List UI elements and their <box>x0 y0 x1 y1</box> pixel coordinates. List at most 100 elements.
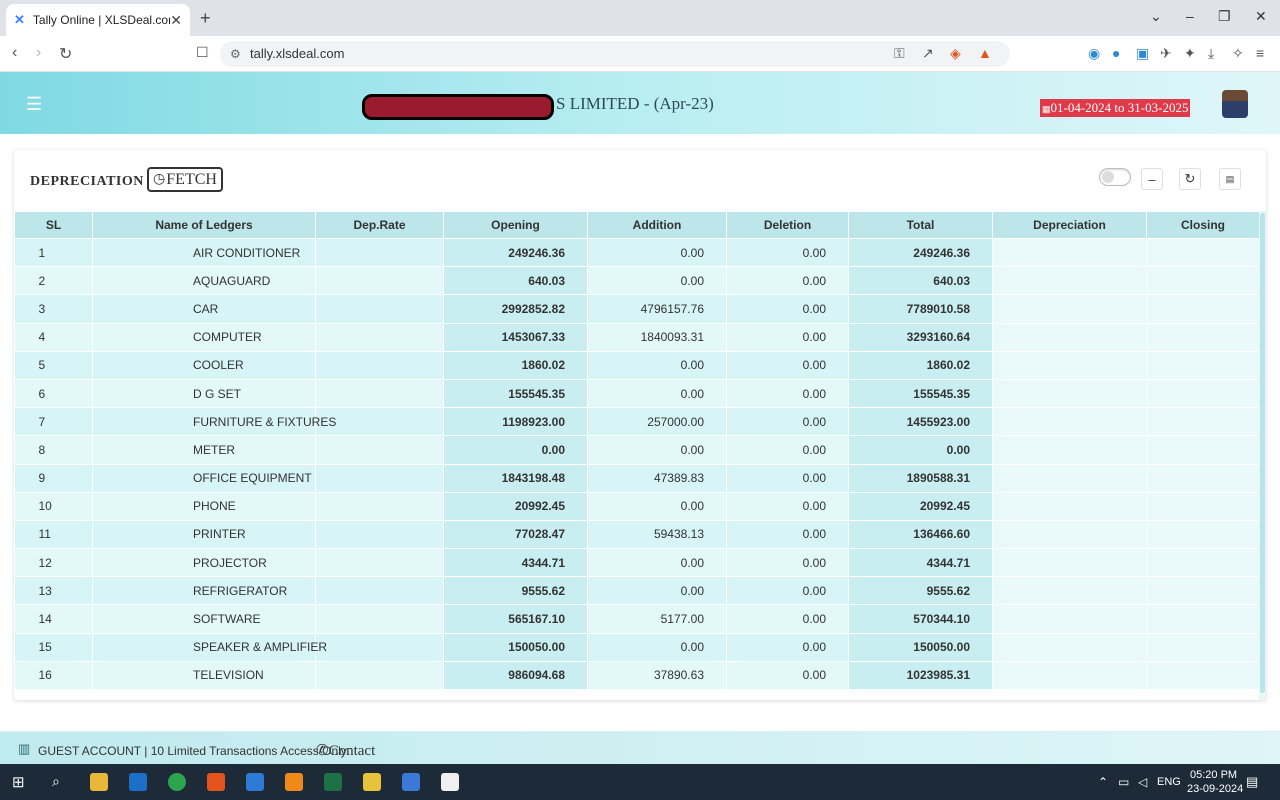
brave-icon[interactable] <box>207 773 225 791</box>
file-explorer-icon[interactable] <box>90 773 108 791</box>
table-scrollbar[interactable] <box>1259 211 1266 700</box>
export-excel-button[interactable]: ▤ <box>1219 168 1241 190</box>
table-row[interactable]: 7 FURNITURE & FIXTURES 1198923.00 257000.00… <box>14 407 1259 437</box>
tray-chevron-icon[interactable]: ⌃ <box>1098 775 1108 789</box>
reload-icon[interactable]: ↻ <box>59 44 72 64</box>
minimize-icon[interactable]: – <box>1186 8 1194 24</box>
view-toggle[interactable] <box>1099 168 1131 186</box>
sublime-text-icon[interactable] <box>285 773 303 791</box>
col-header-sl[interactable]: SL <box>14 211 93 239</box>
col-header-name[interactable]: Name of Ledgers <box>92 211 316 239</box>
table-row[interactable]: 9 OFFICE EQUIPMENT 1843198.48 47389.83 0.00 1… <box>14 464 1259 493</box>
leo-ai-icon[interactable]: ✧ <box>1232 45 1244 62</box>
table-row[interactable]: 16 TELEVISION 986094.68 37890.63 0.00 1023985… <box>14 661 1259 691</box>
notifications-icon[interactable]: ▤ <box>1246 774 1258 790</box>
download-icon[interactable]: ⤓ <box>1208 45 1214 62</box>
collapse-button[interactable]: – <box>1141 168 1163 190</box>
table-row[interactable]: 8 METER 0.00 0.00 0.00 0.00 <box>14 435 1259 465</box>
window-close-icon[interactable]: ✕ <box>1255 8 1267 25</box>
cell-ledger-name: COOLER <box>92 351 316 380</box>
col-header-opening[interactable]: Opening <box>443 211 588 239</box>
cell-sl: 14 <box>14 604 93 634</box>
volume-icon[interactable]: ◁ <box>1138 775 1147 789</box>
cell-deletion: 0.00 <box>726 520 849 550</box>
table-row[interactable]: 12 PROJECTOR 4344.71 0.00 0.00 4344.71 <box>14 548 1259 578</box>
forward-icon[interactable]: › <box>36 44 41 62</box>
browser-tab[interactable]: ✕ Tally Online | XLSDeal.com ✕ <box>6 4 190 36</box>
table-row[interactable]: 1 AIR CONDITIONER 249246.36 0.00 0.00 249246.… <box>14 238 1259 268</box>
table-row[interactable]: 14 SOFTWARE 565167.10 5177.00 0.00 570344.10 <box>14 604 1259 634</box>
table-header-row: SL Name of Ledgers Dep.Rate Opening Addi… <box>14 211 1259 239</box>
extensions-puzzle-icon[interactable]: ✦ <box>1184 45 1196 62</box>
app-9-icon[interactable] <box>402 773 420 791</box>
search-icon[interactable]: ⌕ <box>52 773 60 790</box>
cell-deletion: 0.00 <box>726 435 849 465</box>
cell-sl: 7 <box>14 407 93 437</box>
col-header-closing[interactable]: Closing <box>1146 211 1259 239</box>
table-row[interactable]: 3 CAR 2992852.82 4796157.76 0.00 7789010.58 <box>14 294 1259 324</box>
financial-period[interactable]: ▦01-04-2024 to 31-03-2025 <box>1040 99 1191 117</box>
clock-date[interactable]: 23-09-2024 <box>1187 783 1243 795</box>
cell-closing <box>1146 520 1259 550</box>
address-bar[interactable]: ⚙ tally.xlsdeal.com <box>220 41 1010 67</box>
extension-4-icon[interactable]: ✈ <box>1160 45 1172 62</box>
new-tab-icon[interactable]: + <box>200 8 211 29</box>
hamburger-menu-icon[interactable]: ☰ <box>26 94 42 115</box>
outlook-icon[interactable] <box>129 773 147 791</box>
app-5-icon[interactable] <box>246 773 264 791</box>
network-icon[interactable]: ▭ <box>1118 775 1129 789</box>
brave-shield-icon[interactable]: ◈ <box>950 45 961 62</box>
extension-3-icon[interactable]: ▣ <box>1136 45 1149 62</box>
cell-opening: 565167.10 <box>443 604 588 634</box>
app-8-icon[interactable] <box>363 773 381 791</box>
contact-link[interactable]: ✆Contact <box>316 741 375 760</box>
col-header-total[interactable]: Total <box>848 211 993 239</box>
cell-total: 640.03 <box>848 266 993 296</box>
gst-extension-icon[interactable]: ◉ <box>1088 45 1100 62</box>
calculator-icon[interactable]: ▥ <box>18 741 30 757</box>
maximize-icon[interactable]: ❐ <box>1218 8 1231 25</box>
depreciation-table: SL Name of Ledgers Dep.Rate Opening Addi… <box>14 211 1259 691</box>
site-info-icon[interactable]: ⚙ <box>230 41 241 67</box>
fetch-label: FETCH <box>166 170 217 188</box>
key-icon[interactable]: ⚿ <box>894 45 905 62</box>
table-row[interactable]: 4 COMPUTER 1453067.33 1840093.31 0.00 3293160… <box>14 323 1259 352</box>
browser-menu-icon[interactable]: ≡ <box>1256 45 1264 61</box>
user-avatar[interactable] <box>1222 90 1248 118</box>
cell-depreciation <box>992 576 1147 606</box>
table-row[interactable]: 6D G SET 155545.35 0.00 0.00 155545.35 <box>14 379 1259 409</box>
chrome-icon[interactable] <box>168 773 186 791</box>
col-header-addition[interactable]: Addition <box>587 211 727 239</box>
clock-time[interactable]: 05:20 PM <box>1190 769 1237 781</box>
cell-closing <box>1146 407 1259 437</box>
table-row[interactable]: 5 COOLER 1860.02 0.00 0.00 1860.02 <box>14 351 1259 380</box>
col-header-rate[interactable]: Dep.Rate <box>315 211 444 239</box>
scrollbar-thumb[interactable] <box>1260 213 1265 693</box>
share-icon[interactable]: ↗ <box>922 45 934 62</box>
table-row[interactable]: 10 PHONE 20992.45 0.00 0.00 20992.45 <box>14 492 1259 521</box>
refresh-button[interactable]: ↻ <box>1179 168 1201 190</box>
table-row[interactable]: 13 REFRIGERATOR 9555.62 0.00 0.00 9555.62 <box>14 576 1259 606</box>
extension-2-icon[interactable]: ● <box>1112 45 1120 61</box>
excel-icon[interactable] <box>324 773 342 791</box>
fetch-button[interactable]: ◷ FETCH <box>147 167 223 192</box>
windows-start-icon[interactable]: ⊞ <box>12 773 25 791</box>
cell-sl: 12 <box>14 548 93 578</box>
col-header-deletion[interactable]: Deletion <box>726 211 849 239</box>
col-header-depreciation[interactable]: Depreciation <box>992 211 1147 239</box>
cell-closing <box>1146 661 1259 691</box>
brave-rewards-icon[interactable]: ▲ <box>978 45 992 61</box>
tab-close-icon[interactable]: ✕ <box>170 12 182 29</box>
language-indicator[interactable]: ENG <box>1157 776 1181 788</box>
bookmark-icon[interactable]: ☐ <box>196 44 209 61</box>
cell-deletion: 0.00 <box>726 633 849 662</box>
back-icon[interactable]: ‹ <box>12 44 17 62</box>
cell-total: 136466.60 <box>848 520 993 550</box>
table-row[interactable]: 2 AQUAGUARD 640.03 0.00 0.00 640.03 <box>14 266 1259 296</box>
app-footer: ▥ GUEST ACCOUNT | 10 Limited Transaction… <box>0 731 1280 764</box>
notepad-icon[interactable] <box>441 773 459 791</box>
table-row[interactable]: 11 PRINTER 77028.47 59438.13 0.00 136466.60 <box>14 520 1259 550</box>
table-row[interactable]: 15 SPEAKER & AMPLIFIER 150050.00 0.00 0.00 15… <box>14 633 1259 662</box>
cell-depreciation <box>992 464 1147 493</box>
tab-search-chevron-icon[interactable]: ⌄ <box>1150 8 1162 25</box>
